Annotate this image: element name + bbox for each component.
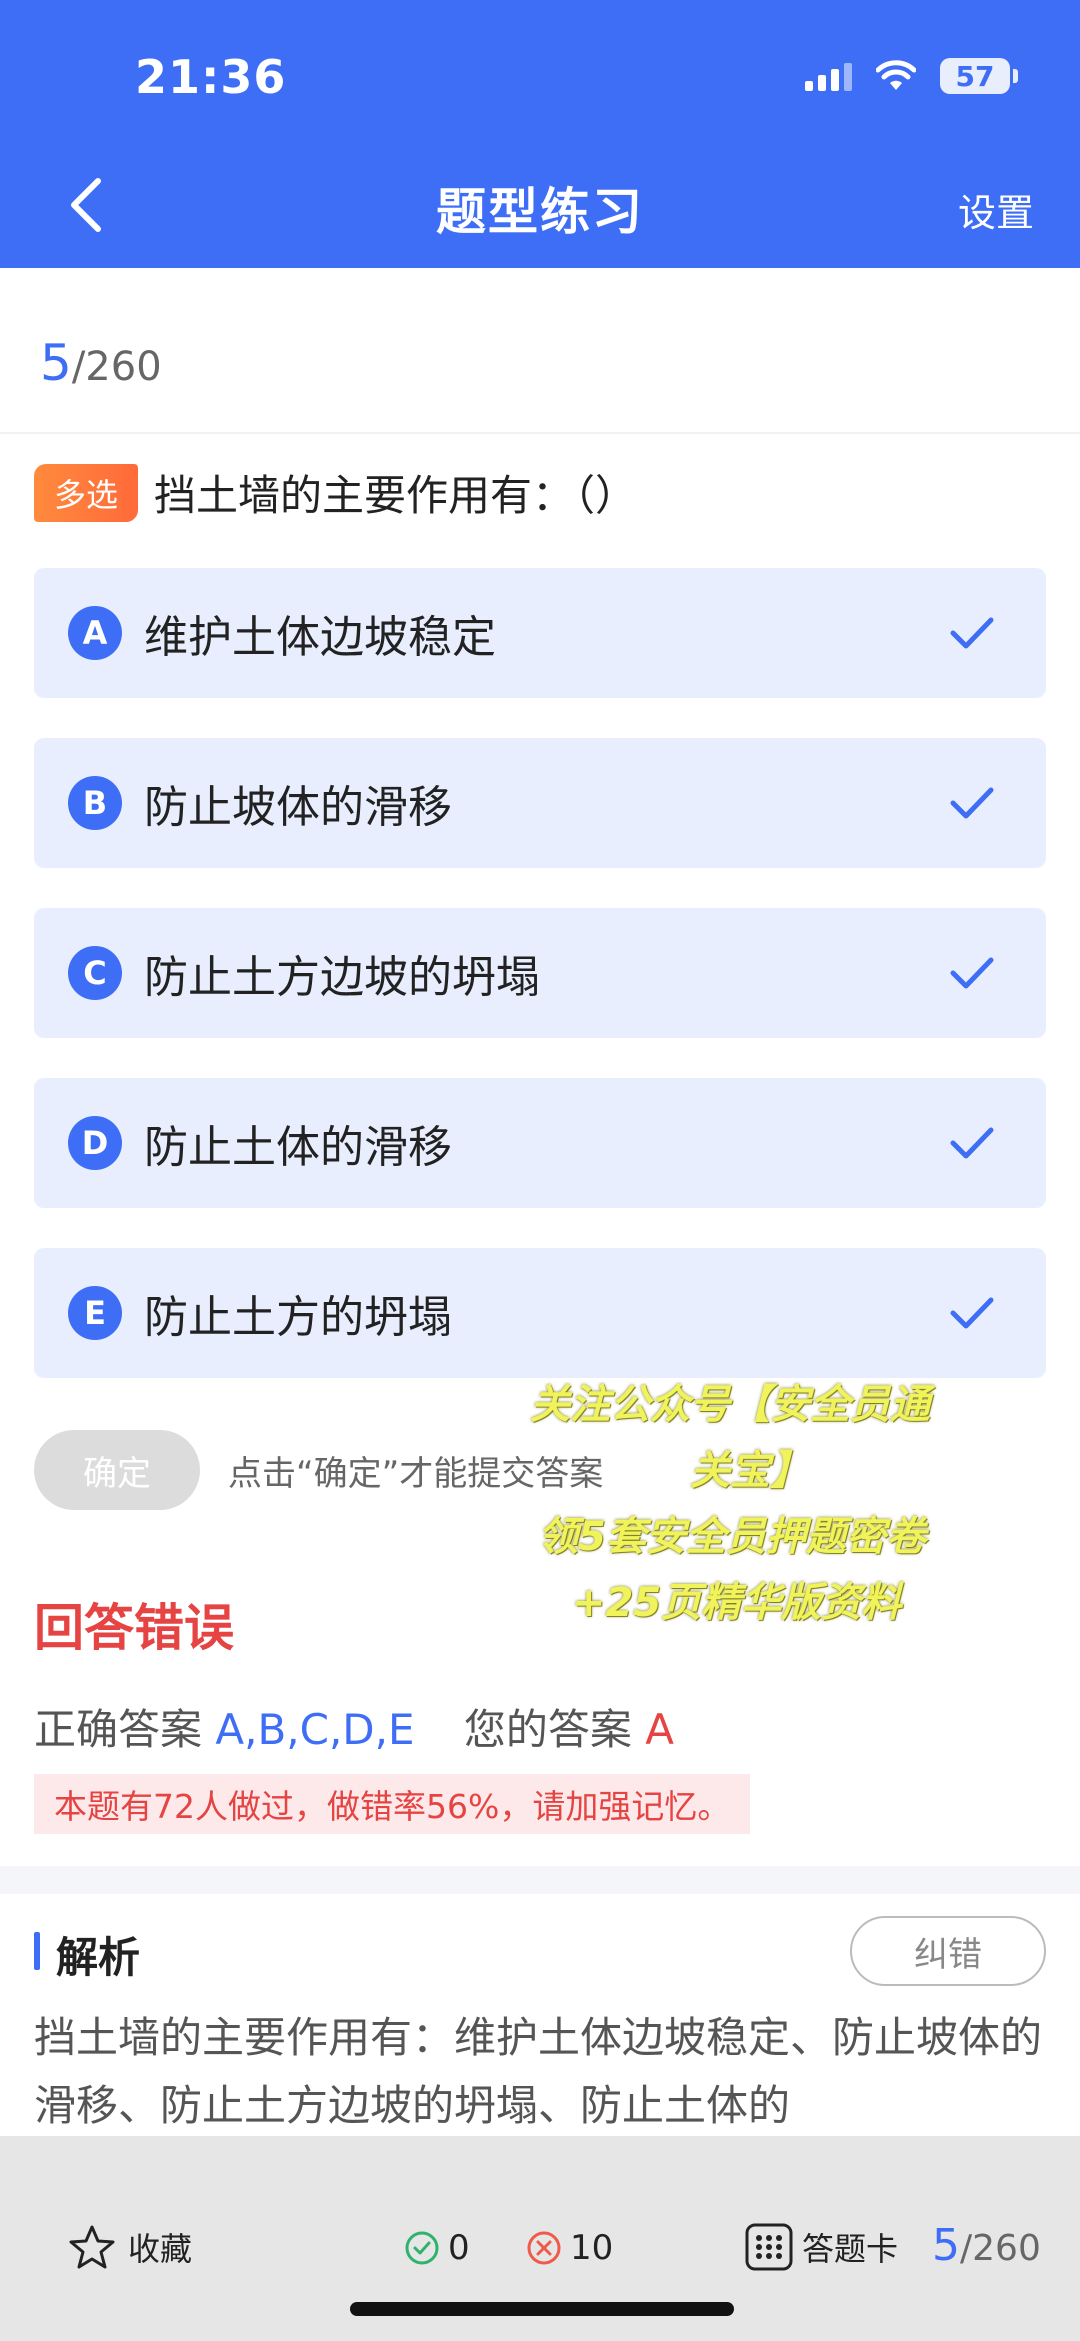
question-row: 多选 挡土墙的主要作用有：（） [34, 462, 637, 523]
battery-icon: 57 [940, 58, 1018, 94]
error-rate-notice: 本题有72人做过，做错率56%，请加强记忆。 [34, 1774, 751, 1834]
analysis-accent-bar [34, 1932, 40, 1970]
section-divider [0, 1866, 1080, 1894]
grid-icon [745, 2223, 793, 2271]
your-answer-label: 您的答案 [463, 1705, 632, 1754]
result-title: 回答错误 [34, 1599, 234, 1657]
favorite-button[interactable]: 收藏 [68, 2224, 192, 2270]
option-letter: E [68, 1286, 122, 1340]
page: 21:36 57 题型练习 设置 5/260 多选 挡土墙的主要作用有：（） A… [0, 0, 1080, 2341]
question-type-tag: 多选 [34, 463, 138, 522]
question-text: 挡土墙的主要作用有：（） [154, 471, 638, 520]
x-circle-icon [527, 2231, 561, 2265]
option-c[interactable]: C 防止土方边坡的坍塌 [34, 908, 1046, 1038]
option-d[interactable]: D 防止土体的滑移 [34, 1078, 1046, 1208]
app-header: 21:36 57 题型练习 设置 [0, 0, 1080, 268]
wrong-count-value: 10 [570, 2228, 614, 2268]
analysis-title: 解析 [56, 1933, 141, 1982]
correct-count: 0 [404, 2228, 470, 2268]
option-text: 防止土方的坍塌 [144, 1292, 452, 1343]
option-b[interactable]: B 防止坡体的滑移 [34, 738, 1046, 868]
correct-answer-value: A,B,C,D,E [215, 1705, 415, 1754]
progress-total: /260 [71, 344, 162, 390]
option-letter: C [68, 946, 122, 1000]
star-icon [69, 2225, 115, 2269]
promo-overlay: 关注公众号【安全员通 关宝】 领5套安全员押题密卷 +25页精华版资料 [520, 1372, 1040, 1636]
option-text: 防止土方边坡的坍塌 [144, 952, 540, 1003]
status-icons: 57 [805, 58, 1018, 94]
check-icon [942, 955, 1002, 991]
wrong-count: 10 [526, 2228, 613, 2268]
home-indicator [350, 2302, 734, 2316]
option-text: 防止土体的滑移 [144, 1122, 452, 1173]
option-text: 维护土体边坡稳定 [144, 612, 496, 663]
check-icon [942, 615, 1002, 651]
promo-line: 关注公众号【安全员通 [530, 1382, 930, 1428]
answers-row: 正确答案 A,B,C,D,E 您的答案 A [34, 1696, 674, 1757]
bottom-progress-total: /260 [960, 2228, 1041, 2269]
check-circle-icon [405, 2231, 439, 2265]
bottom-progress: 5/260 [932, 2220, 1041, 2271]
option-letter: B [68, 776, 122, 830]
status-time: 21:36 [135, 50, 287, 104]
settings-button[interactable]: 设置 [958, 182, 1034, 237]
correct-answer-label: 正确答案 [34, 1705, 203, 1754]
report-error-button[interactable]: 纠错 [850, 1916, 1046, 1986]
promo-line: +25页精华版资料 [572, 1580, 902, 1626]
check-icon [942, 785, 1002, 821]
favorite-label: 收藏 [128, 2230, 193, 2268]
divider [0, 432, 1080, 434]
promo-line: 关宝】 [690, 1448, 810, 1494]
option-letter: D [68, 1116, 122, 1170]
answer-card-button[interactable]: 答题卡 [744, 2222, 898, 2272]
answer-card-label: 答题卡 [802, 2230, 899, 2268]
option-a[interactable]: A 维护土体边坡稳定 [34, 568, 1046, 698]
promo-line: 领5套安全员押题密卷 [538, 1514, 926, 1560]
question-progress: 5/260 [40, 334, 162, 392]
signal-icon [805, 61, 852, 91]
bottom-progress-current: 5 [932, 2220, 960, 2271]
check-icon [942, 1125, 1002, 1161]
check-icon [942, 1295, 1002, 1331]
analysis-text: 挡土墙的主要作用有：维护土体边坡稳定、防止坡体的滑移、防止土方边坡的坍塌、防止土… [34, 2013, 1043, 2130]
progress-current: 5 [40, 334, 72, 392]
correct-count-value: 0 [448, 2228, 470, 2268]
option-e[interactable]: E 防止土方的坍塌 [34, 1248, 1046, 1378]
your-answer-value: A [645, 1705, 674, 1754]
page-title: 题型练习 [436, 183, 644, 241]
option-letter: A [68, 606, 122, 660]
wifi-icon [876, 60, 916, 90]
option-text: 防止坡体的滑移 [144, 782, 452, 833]
confirm-button[interactable]: 确定 [34, 1430, 200, 1510]
